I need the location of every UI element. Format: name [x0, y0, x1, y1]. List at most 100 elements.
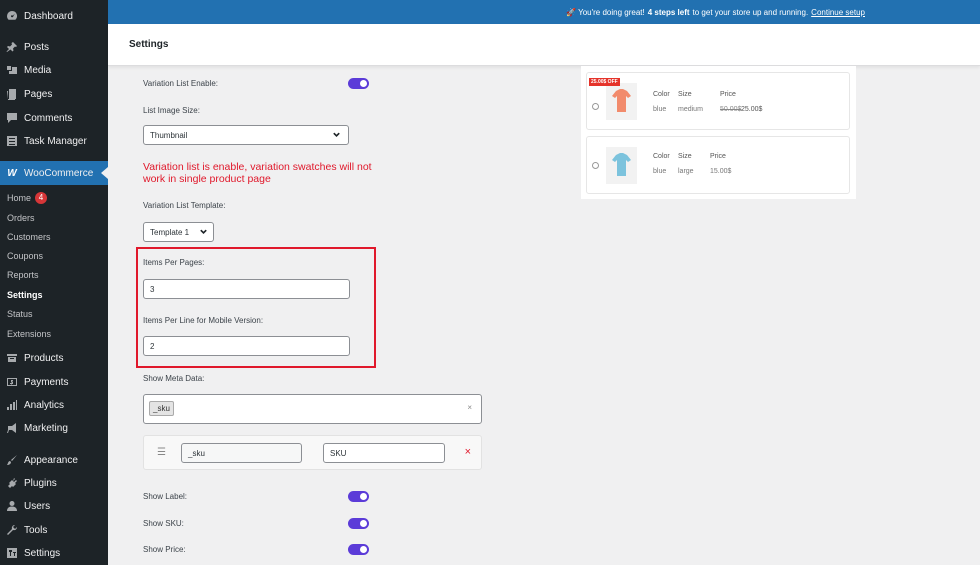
- meta-tag[interactable]: _sku: [149, 401, 174, 416]
- megaphone-icon: [5, 421, 19, 435]
- drag-handle-icon[interactable]: ☰: [157, 447, 166, 458]
- show-label-toggle[interactable]: [348, 491, 369, 502]
- show-meta-data-label: Show Meta Data:: [143, 374, 205, 383]
- menu-payments[interactable]: Payments: [0, 373, 108, 391]
- tshirt-icon: [612, 153, 631, 176]
- brush-icon: [5, 453, 19, 467]
- list-image-size-select[interactable]: Thumbnail: [143, 125, 349, 145]
- chevron-down-icon: [332, 130, 341, 141]
- menu-appearance[interactable]: Appearance: [0, 451, 108, 469]
- menu-label: Users: [24, 500, 51, 512]
- menu-task-manager[interactable]: Task Manager: [0, 132, 108, 150]
- clear-icon[interactable]: ×: [467, 403, 472, 412]
- submenu-coupons[interactable]: Coupons: [0, 246, 108, 265]
- submenu-customers[interactable]: Customers: [0, 227, 108, 246]
- menu-label: Task Manager: [24, 135, 87, 147]
- submenu-extensions[interactable]: Extensions: [0, 324, 108, 343]
- page-header: Settings: [108, 24, 980, 66]
- menu-label: Analytics: [24, 399, 65, 411]
- submenu-reports[interactable]: Reports: [0, 265, 108, 284]
- pin-icon: [5, 40, 19, 54]
- color-header: Color: [653, 153, 670, 160]
- submenu-label: Reports: [7, 269, 39, 280]
- submenu-settings[interactable]: Settings: [0, 285, 108, 304]
- menu-tools[interactable]: Tools: [0, 521, 108, 539]
- admin-sidebar: Dashboard Posts Media Pages Comments Tas…: [0, 0, 108, 565]
- show-price-label: Show Price:: [143, 545, 186, 554]
- price-header: Price: [720, 91, 736, 98]
- radio-button[interactable]: [592, 162, 599, 169]
- product-thumbnail: [606, 147, 637, 184]
- submenu-label: Home: [7, 192, 32, 203]
- wrench-icon: [5, 523, 19, 537]
- menu-pages[interactable]: Pages: [0, 85, 108, 103]
- menu-label: Pages: [24, 88, 53, 100]
- items-per-pages-label: Items Per Pages:: [143, 258, 205, 267]
- notice-text-suffix: to get your store up and running.: [692, 7, 809, 17]
- count-badge: 4: [35, 191, 48, 204]
- variation-list-enable-label: Variation List Enable:: [143, 79, 219, 88]
- show-price-toggle[interactable]: [348, 544, 369, 555]
- menu-posts[interactable]: Posts: [0, 38, 108, 56]
- list-icon: [5, 134, 19, 148]
- submenu-orders[interactable]: Orders: [0, 208, 108, 227]
- menu-label: Media: [24, 64, 52, 76]
- variation-list-template-label: Variation List Template:: [143, 201, 226, 210]
- menu-label: WooCommerce: [24, 167, 94, 179]
- plug-icon: [5, 476, 19, 490]
- menu-marketing[interactable]: Marketing: [0, 419, 108, 437]
- continue-setup-link[interactable]: Continue setup: [811, 8, 865, 17]
- menu-comments[interactable]: Comments: [0, 109, 108, 127]
- show-meta-data-select[interactable]: _sku ×: [143, 394, 482, 424]
- submenu-status[interactable]: Status: [0, 304, 108, 323]
- comment-icon: [5, 111, 19, 125]
- submenu-label: Status: [7, 308, 33, 319]
- size-value: large: [678, 168, 694, 175]
- menu-label: Dashboard: [24, 10, 73, 22]
- delete-icon[interactable]: ×: [465, 446, 471, 458]
- variation-list-template-select[interactable]: Template 1: [143, 222, 214, 242]
- preview-row: 25.00$ OFF Color Size Price blue medium …: [586, 72, 850, 130]
- meta-label-input[interactable]: SKU: [323, 443, 445, 463]
- media-icon: [5, 63, 19, 77]
- menu-label: Tools: [24, 524, 48, 536]
- list-image-size-label: List Image Size:: [143, 106, 200, 115]
- tshirt-icon: [612, 89, 631, 112]
- menu-media[interactable]: Media: [0, 61, 108, 79]
- select-value: Template 1: [150, 227, 190, 237]
- meta-key-input[interactable]: _sku: [181, 443, 302, 463]
- menu-label: Products: [24, 352, 64, 364]
- submenu-home[interactable]: Home 4: [0, 188, 108, 207]
- old-price: 50.00$: [720, 106, 742, 113]
- price-header: Price: [710, 153, 726, 160]
- page-icon: [5, 87, 19, 101]
- menu-users[interactable]: Users: [0, 497, 108, 515]
- menu-products[interactable]: Products: [0, 349, 108, 367]
- dollar-icon: [5, 375, 19, 389]
- menu-plugins[interactable]: Plugins: [0, 474, 108, 492]
- variation-list-enable-toggle[interactable]: [348, 78, 369, 89]
- items-per-line-mobile-input[interactable]: 2: [143, 336, 350, 356]
- menu-label: Marketing: [24, 422, 68, 434]
- submenu-label: Orders: [7, 212, 35, 223]
- variation-warning-text: Variation list is enable, variation swat…: [143, 161, 372, 185]
- woo-icon: W: [7, 167, 17, 179]
- submenu-label: Settings: [7, 289, 43, 300]
- menu-dashboard[interactable]: Dashboard: [0, 7, 108, 25]
- show-label-label: Show Label:: [143, 492, 188, 501]
- product-thumbnail: [606, 83, 637, 120]
- menu-settings[interactable]: Settings: [0, 544, 108, 562]
- menu-label: Appearance: [24, 454, 78, 466]
- items-per-pages-input[interactable]: 3: [143, 279, 350, 299]
- show-sku-label: Show SKU:: [143, 519, 184, 528]
- radio-button[interactable]: [592, 103, 599, 110]
- menu-analytics[interactable]: Analytics: [0, 396, 108, 414]
- user-icon: [5, 499, 19, 513]
- size-value: medium: [678, 106, 703, 113]
- size-header: Size: [678, 91, 692, 98]
- preview-row: Color Size Price blue large 15.00$: [586, 136, 850, 194]
- show-sku-toggle[interactable]: [348, 518, 369, 529]
- menu-woocommerce[interactable]: W WooCommerce: [0, 161, 108, 185]
- menu-label: Posts: [24, 41, 50, 53]
- notice-text: 🚀 You're doing great!: [566, 7, 645, 17]
